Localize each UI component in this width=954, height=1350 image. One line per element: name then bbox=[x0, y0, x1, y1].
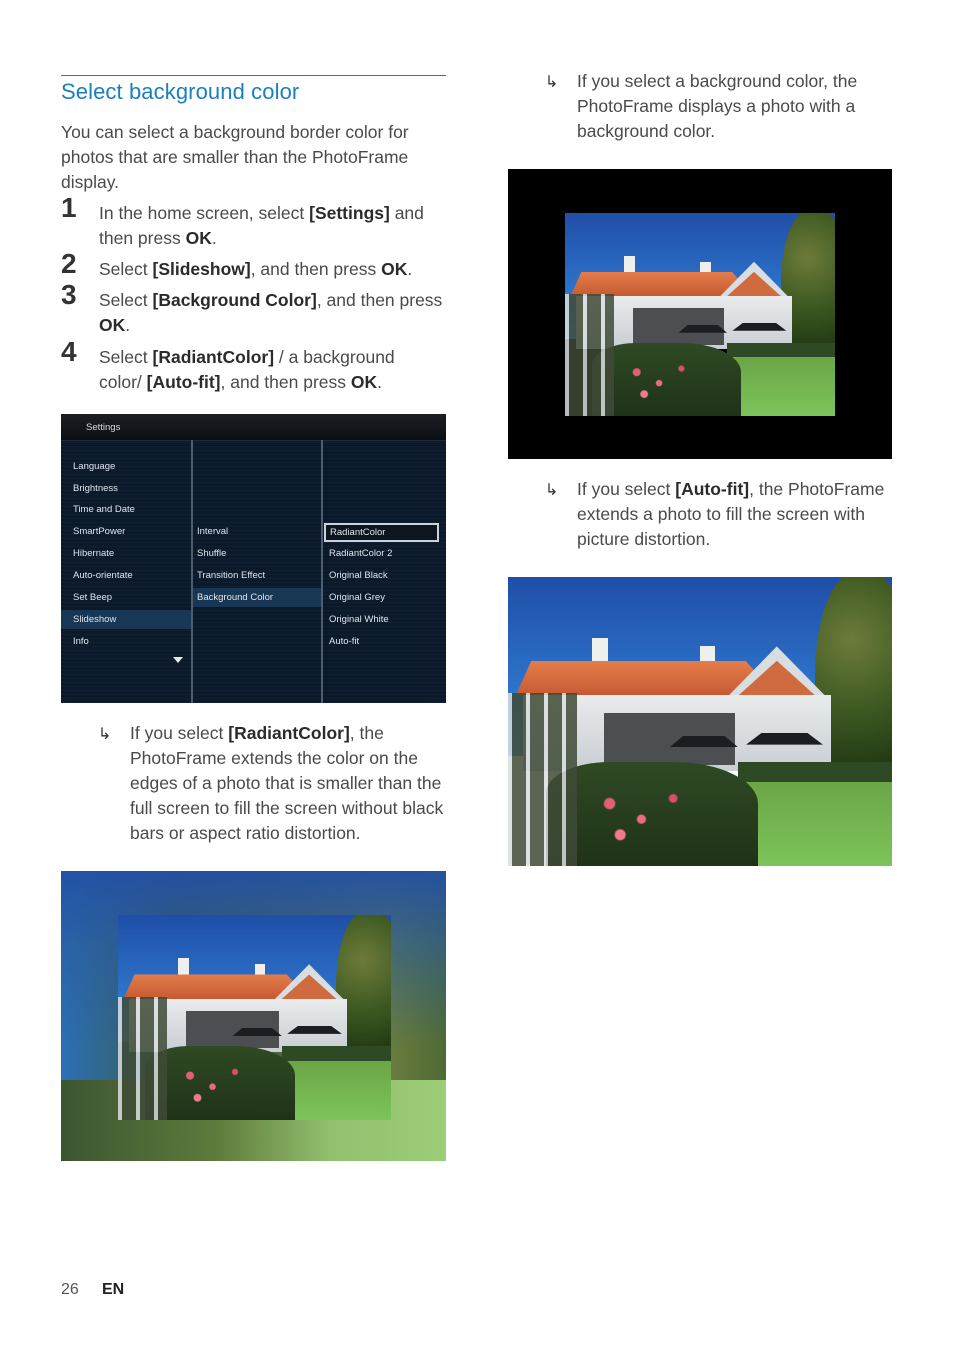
step-text: Select [RadiantColor] / a background col… bbox=[99, 347, 395, 392]
radiant-color-photo bbox=[61, 871, 446, 1161]
step-number: 2 bbox=[61, 248, 77, 279]
result-arrow-icon: ↳ bbox=[98, 726, 112, 743]
menu-item-transition-effect[interactable]: Transition Effect bbox=[197, 566, 265, 585]
step-text: Select [Slideshow], and then press OK. bbox=[99, 259, 413, 279]
page-number: 26 bbox=[61, 1281, 79, 1298]
column-divider bbox=[191, 440, 193, 703]
result-arrow-icon: ↳ bbox=[545, 482, 559, 499]
menu-item-auto-fit[interactable]: Auto-fit bbox=[329, 632, 359, 651]
result-text: If you select [Auto-fit], the PhotoFrame… bbox=[577, 479, 885, 549]
step-number: 4 bbox=[61, 336, 77, 367]
heading-rule bbox=[61, 75, 446, 76]
menu-item-original-white[interactable]: Original White bbox=[329, 610, 389, 629]
column-divider bbox=[321, 440, 323, 703]
menu-item-language[interactable]: Language bbox=[73, 457, 115, 476]
menu-item-shuffle[interactable]: Shuffle bbox=[197, 544, 226, 563]
menu-item-time-and-date[interactable]: Time and Date bbox=[73, 500, 135, 519]
house-photo bbox=[118, 915, 391, 1120]
menu-item-info[interactable]: Info bbox=[73, 632, 89, 651]
result-arrow-icon: ↳ bbox=[545, 74, 559, 91]
menu-item-smartpower[interactable]: SmartPower bbox=[73, 522, 125, 541]
step-number: 3 bbox=[61, 279, 77, 310]
menu-item-set-beep[interactable]: Set Beep bbox=[73, 588, 112, 607]
menu-item-interval[interactable]: Interval bbox=[197, 522, 228, 541]
menu-item-brightness[interactable]: Brightness bbox=[73, 479, 118, 498]
section-title: Select background color bbox=[61, 79, 300, 104]
result-text: If you select a background color, the Ph… bbox=[577, 71, 858, 141]
auto-fit-photo bbox=[508, 577, 892, 866]
menu-item-slideshow[interactable]: Slideshow bbox=[61, 610, 191, 629]
result-text: If you select [RadiantColor], the PhotoF… bbox=[130, 723, 444, 843]
menu-item-original-black[interactable]: Original Black bbox=[329, 566, 388, 585]
scroll-down-arrow-icon[interactable] bbox=[173, 657, 183, 663]
menu-item-radiantcolor[interactable]: RadiantColor bbox=[324, 523, 439, 542]
menu-item-auto-orientate[interactable]: Auto-orientate bbox=[73, 566, 133, 585]
step-text: Select [Background Color], and then pres… bbox=[99, 290, 443, 335]
intro-paragraph: You can select a background border color… bbox=[61, 122, 409, 192]
menu-item-radiantcolor-2[interactable]: RadiantColor 2 bbox=[329, 544, 392, 563]
house-photo bbox=[508, 577, 892, 866]
menu-item-background-color[interactable]: Background Color bbox=[193, 588, 321, 607]
menu-item-original-grey[interactable]: Original Grey bbox=[329, 588, 385, 607]
menu-item-hibernate[interactable]: Hibernate bbox=[73, 544, 114, 563]
step-number: 1 bbox=[61, 192, 77, 223]
language-code: EN bbox=[102, 1281, 125, 1298]
background-color-photo bbox=[508, 169, 892, 459]
step-text: In the home screen, select [Settings] an… bbox=[99, 203, 424, 248]
house-photo bbox=[565, 213, 835, 416]
settings-header: Settings bbox=[61, 414, 446, 441]
settings-screen-image: Settings Language Brightness Time and Da… bbox=[61, 414, 446, 703]
